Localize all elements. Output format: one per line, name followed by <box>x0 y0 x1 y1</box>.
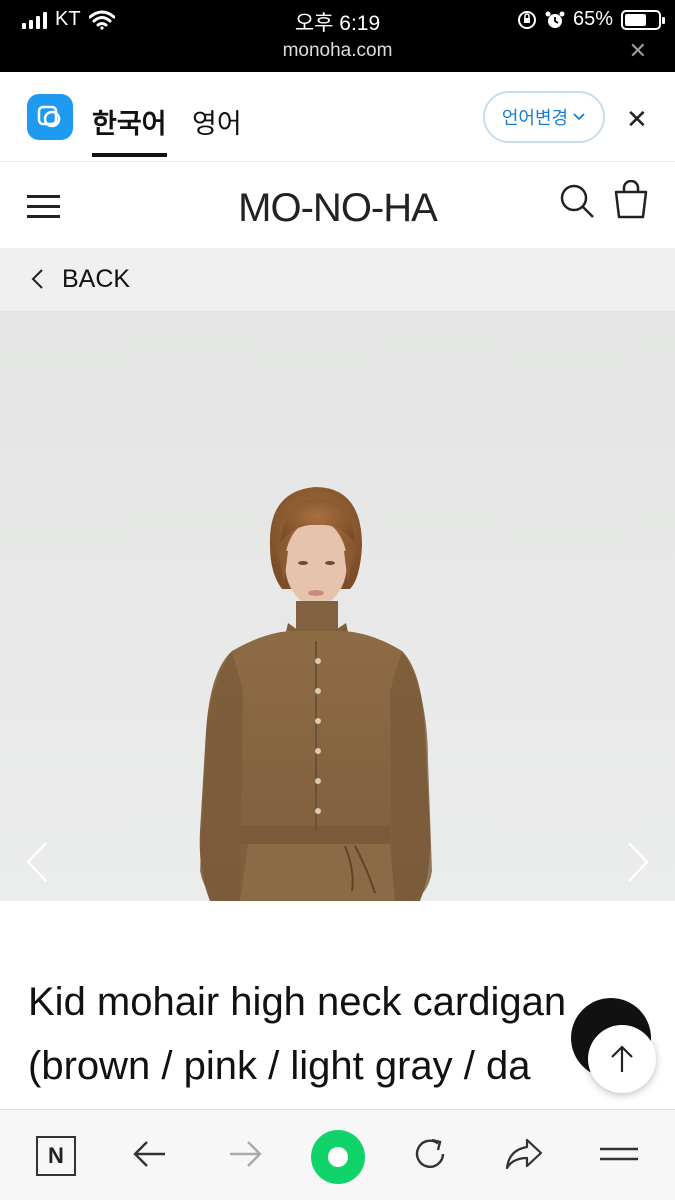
tab-korean[interactable]: 한국어 <box>92 102 167 157</box>
back-label: BACK <box>62 265 131 293</box>
translate-bar: 한국어 영어 언어변경 ✕ <box>0 72 675 162</box>
reload-icon[interactable] <box>410 1134 450 1174</box>
prev-image-icon[interactable] <box>24 841 50 883</box>
papago-logo-icon <box>27 94 73 140</box>
share-icon[interactable] <box>503 1134 545 1174</box>
back-bar[interactable]: BACK <box>0 248 675 311</box>
browser-toolbar: N <box>0 1109 675 1200</box>
forward-arrow-icon[interactable] <box>226 1134 264 1174</box>
search-icon[interactable] <box>558 182 596 220</box>
chevron-down-icon <box>573 113 585 121</box>
naver-n-icon[interactable]: N <box>36 1136 76 1176</box>
battery-fill <box>625 13 646 26</box>
next-image-icon[interactable] <box>625 841 651 883</box>
model-illustration <box>199 487 432 901</box>
close-translate-icon[interactable]: ✕ <box>626 106 648 132</box>
url-label[interactable]: monoha.com <box>0 40 675 62</box>
battery-icon <box>621 9 665 30</box>
menu-icon[interactable] <box>598 1134 640 1174</box>
status-bar: KT 오후 6:19 65% monoha.com ✕ <box>0 0 675 72</box>
shopping-bag-icon[interactable] <box>612 180 650 220</box>
green-circle-icon[interactable] <box>311 1130 365 1184</box>
change-language-button[interactable]: 언어변경 <box>483 91 605 143</box>
alarm-icon <box>545 11 565 28</box>
site-header: MO-NO-HA <box>0 162 675 248</box>
close-icon[interactable]: ✕ <box>629 38 647 64</box>
back-arrow-icon[interactable] <box>131 1134 169 1174</box>
status-right: 65% <box>517 8 665 31</box>
tab-english[interactable]: 영어 <box>192 102 242 141</box>
page: KT 오후 6:19 65% monoha.com ✕ 한국어 영어 언어변경 … <box>0 0 675 1200</box>
battery-percent: 65% <box>572 8 613 30</box>
arrow-up-icon <box>611 1045 633 1072</box>
rotation-lock-icon <box>517 10 536 29</box>
chevron-left-icon <box>31 269 43 289</box>
change-language-label: 언어변경 <box>501 108 569 128</box>
product-image[interactable] <box>0 311 675 901</box>
scroll-top-button[interactable] <box>588 1025 656 1093</box>
